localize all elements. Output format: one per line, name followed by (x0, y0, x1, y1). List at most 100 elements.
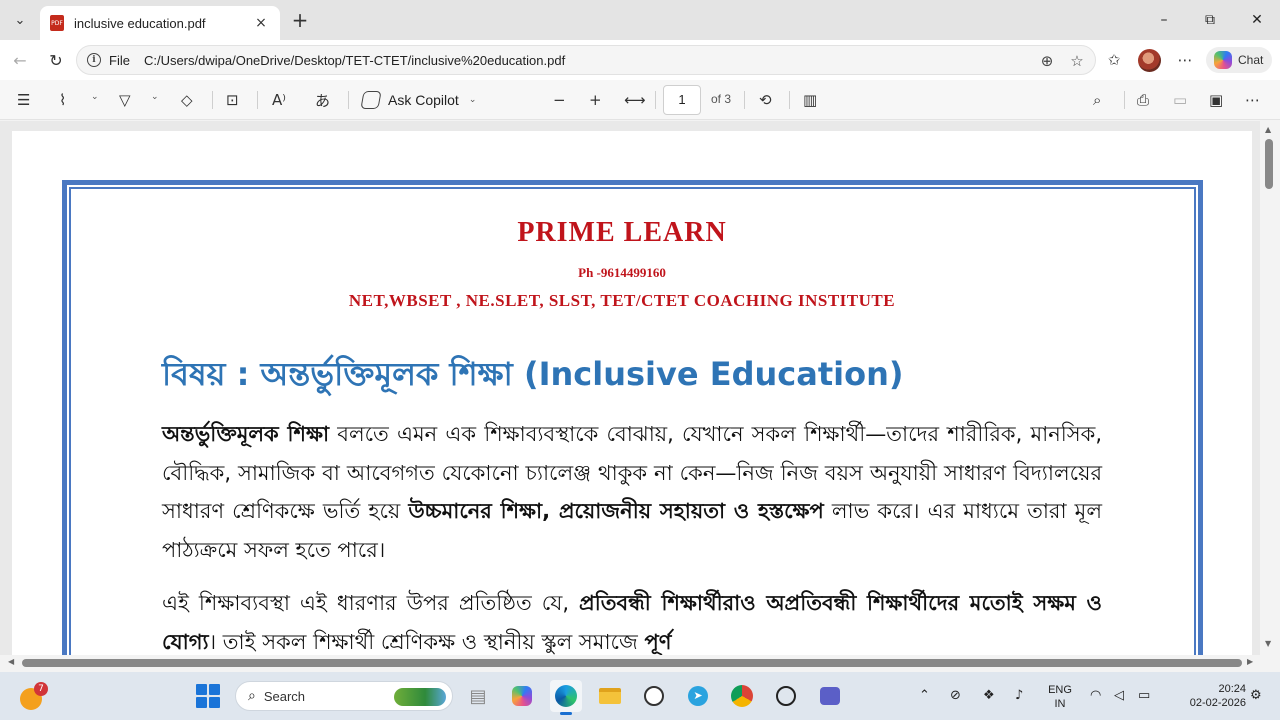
weather-badge: 7 (34, 682, 48, 696)
document-heading: বিষয় : অন্তর্ভুক্তিমূলক শিক্ষা (Inclusi… (162, 355, 904, 393)
vertical-scroll-thumb[interactable] (1265, 139, 1273, 189)
taskbar-search-input[interactable]: ⌕ Search (235, 681, 453, 711)
page-number-input[interactable]: 1 (663, 85, 701, 115)
weather-widget[interactable]: 7 (16, 680, 50, 712)
toolbar-divider (1124, 91, 1125, 109)
pdf-toolbar: ☰ ⌇ ⌄ ▽ ⌄ ◇ ⊡ A⁾ あ Ask Copilot ⌄ − + ⟷ ⟲… (0, 80, 1280, 120)
refresh-icon[interactable]: ↻ (44, 48, 68, 72)
zoom-in-icon[interactable]: + (589, 89, 602, 111)
paragraph-1: অন্তর্ভুক্তিমূলক শিক্ষা বলতে এমন এক শিক্… (162, 415, 1102, 569)
tab-close-icon[interactable]: × (252, 15, 270, 31)
tab-title: inclusive education.pdf (74, 15, 206, 31)
toolbar-divider (655, 91, 656, 109)
tab-inclusive-education[interactable]: PDF inclusive education.pdf × (40, 6, 280, 40)
vertical-scrollbar[interactable]: ▲ ▼ (1260, 121, 1280, 655)
search-highlight-art (394, 688, 446, 706)
draw-chevron-down-icon[interactable]: ⌄ (151, 92, 159, 102)
para2-text-1: এই শিক্ষাব্যবস্থা এই ধারণার উপর প্রতিষ্ঠ… (162, 591, 580, 615)
title-bar: ⌄ PDF inclusive education.pdf × + – ⧉ ✕ (0, 0, 1280, 40)
microphone-icon[interactable]: ♪ (1015, 688, 1023, 703)
draw-icon[interactable]: ▽ (119, 89, 131, 111)
page-view-icon[interactable]: ▥ (803, 89, 817, 111)
zoom-icon[interactable]: ⊕ (1037, 52, 1057, 70)
url-input[interactable]: i File C:/Users/dwipa/OneDrive/Desktop/T… (76, 45, 1096, 75)
wifi-icon[interactable]: ◠ (1090, 688, 1101, 703)
horizontal-scroll-thumb[interactable] (22, 659, 1242, 667)
maximize-button[interactable]: ⧉ (1187, 0, 1233, 40)
para1-bold-2: উচ্চমানের শিক্ষা, প্রয়োজনীয় সহায়তা ও … (408, 499, 824, 523)
url-text[interactable]: C:/Users/dwipa/OneDrive/Desktop/TET-CTET… (144, 53, 565, 68)
chat-label: Chat (1238, 53, 1264, 67)
para2-text-2: । তাই সকল শিক্ষার্থী শ্রেণিকক্ষ ও স্থানী… (208, 629, 645, 654)
profile-avatar[interactable] (1138, 49, 1161, 72)
eraser-icon[interactable]: ◇ (181, 89, 193, 111)
notifications-icon[interactable]: ⚙ (1250, 688, 1262, 703)
read-aloud-icon[interactable]: A⁾ (272, 89, 286, 111)
ask-copilot-button[interactable]: Ask Copilot ⌄ (360, 89, 477, 111)
scroll-down-arrow-icon[interactable]: ▼ (1265, 639, 1271, 648)
print-icon[interactable]: ⎙ (1137, 89, 1149, 111)
more-tools-icon[interactable]: ⋯ (1245, 89, 1260, 111)
copilot-chat-button[interactable]: Chat (1206, 47, 1272, 73)
toolbar-divider (212, 91, 213, 109)
document-subtitle: NET,WBSET , NE.SLET, SLST, TET/CTET COAC… (348, 291, 896, 310)
favorite-star-icon[interactable]: ☆ (1067, 52, 1087, 70)
chrome-icon[interactable] (726, 680, 758, 712)
horizontal-scrollbar[interactable]: ◀ ▶ (0, 655, 1280, 672)
info-icon[interactable]: i (87, 53, 101, 67)
toolbar-divider (348, 91, 349, 109)
back-arrow-icon[interactable]: ← (8, 48, 32, 72)
edge-browser-icon[interactable] (550, 680, 582, 715)
chevron-down-icon: ⌄ (468, 95, 477, 105)
search-label: Search (263, 688, 306, 704)
scroll-left-arrow-icon[interactable]: ◀ (8, 657, 14, 666)
pdf-viewport[interactable]: PRIME LEARN Ph -9614499160 NET,WBSET , N… (0, 121, 1280, 655)
scroll-up-arrow-icon[interactable]: ▲ (1265, 125, 1271, 134)
clock-time: 20:24 (1218, 683, 1246, 695)
dropbox-icon[interactable]: ❖ (983, 688, 995, 703)
new-tab-button[interactable]: + (288, 9, 312, 31)
close-window-button[interactable]: ✕ (1234, 0, 1280, 40)
rotate-icon[interactable]: ⟲ (759, 89, 772, 111)
teams-icon[interactable] (814, 680, 846, 712)
clock[interactable]: 20:24 02-02-2026 (1170, 682, 1246, 710)
minimize-button[interactable]: – (1141, 0, 1187, 40)
search-icon: ⌕ (248, 688, 256, 704)
highlight-icon[interactable]: ⌇ (59, 89, 66, 111)
copilot-icon (360, 91, 382, 109)
file-explorer-icon[interactable] (594, 680, 626, 712)
para2-bold-2: পূর্ণ (644, 629, 672, 654)
chatgpt-icon[interactable] (770, 680, 802, 712)
zoom-out-icon[interactable]: − (553, 89, 566, 111)
fit-to-width-icon[interactable]: ⟷ (624, 89, 646, 111)
ask-copilot-label: Ask Copilot (388, 92, 459, 108)
save-as-icon[interactable]: ▣ (1209, 89, 1223, 111)
more-options-icon[interactable]: ⋯ (1174, 49, 1196, 71)
url-scheme-label: File (109, 52, 130, 68)
network-off-icon[interactable]: ⊘ (950, 688, 961, 703)
translate-icon[interactable]: あ (315, 89, 330, 111)
tab-actions-menu-icon[interactable]: ⌄ (6, 7, 34, 33)
favorites-icon[interactable]: ✩ (1103, 49, 1125, 71)
save-icon[interactable]: ▭ (1173, 89, 1187, 111)
clock-app-icon[interactable] (638, 680, 670, 712)
search-icon[interactable]: ⌕ (1093, 89, 1101, 111)
add-text-icon[interactable]: ⊡ (226, 89, 239, 111)
highlight-chevron-down-icon[interactable]: ⌄ (91, 92, 99, 102)
scroll-right-arrow-icon[interactable]: ▶ (1247, 657, 1253, 666)
task-view-icon[interactable]: ▤ (462, 680, 494, 712)
volume-icon[interactable]: ◁ (1114, 688, 1124, 703)
telegram-icon[interactable]: ➤ (682, 680, 714, 712)
language-line-1: ENG (1048, 684, 1072, 696)
battery-icon[interactable]: ▭ (1138, 688, 1150, 703)
language-indicator[interactable]: ENG IN (1044, 683, 1076, 711)
start-windows-icon[interactable] (196, 684, 220, 708)
taskbar: 7 ⌕ Search ▤ ➤ ⌃ ⊘ ❖ ♪ ENG IN ◠ ◁ ▭ 20:2… (0, 672, 1280, 720)
pdf-file-icon: PDF (50, 15, 64, 31)
contents-list-icon[interactable]: ☰ (17, 89, 30, 111)
toolbar-divider (257, 91, 258, 109)
clock-date: 02-02-2026 (1189, 697, 1246, 709)
show-hidden-icons-chevron-icon[interactable]: ⌃ (919, 688, 930, 703)
toolbar-divider (744, 91, 745, 109)
copilot-app-icon[interactable] (506, 680, 538, 712)
